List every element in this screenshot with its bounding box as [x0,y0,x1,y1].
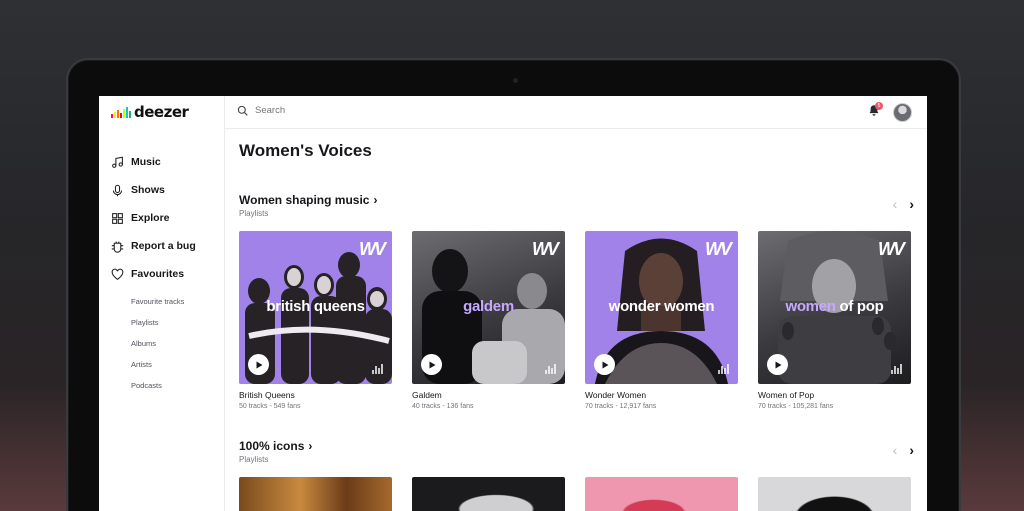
play-icon [602,361,608,368]
sidebar-item-label: Explore [131,212,170,224]
playlist-card[interactable] [585,477,738,511]
sidebar-item-music[interactable]: Music [111,148,196,176]
cover-text: galdem [463,298,514,315]
sidebar-item-favourites[interactable]: Favourites [111,260,196,288]
prev-arrow-icon[interactable]: ‹ [893,443,898,457]
play-button[interactable] [767,354,788,375]
favourites-submenu: Favourite tracks Playlists Albums Artist… [131,291,184,396]
chevron-right-icon: › [308,439,313,453]
playlist-card[interactable] [239,477,392,511]
cover-text: wonder women [608,298,715,315]
card-meta: 70 tracks - 105,281 fans [758,403,834,410]
wv-logo: WV [878,239,905,259]
carousel-arrows: ‹ › [893,443,914,457]
card-meta: 40 tracks - 136 fans [412,403,474,410]
section-title[interactable]: Women shaping music › [239,193,914,207]
wv-logo: WV [532,239,559,259]
search-input[interactable] [255,105,455,116]
playlist-cover[interactable]: WV women of pop [758,231,911,384]
sidebar-item-label: Shows [131,184,165,196]
sub-item-playlists[interactable]: Playlists [131,312,184,333]
camera [513,78,518,83]
sub-item-podcasts[interactable]: Podcasts [131,375,184,396]
sub-item-artists[interactable]: Artists [131,354,184,375]
logo-bars-icon [111,106,131,118]
next-arrow-icon[interactable]: › [909,197,914,211]
playlist-card[interactable] [758,477,911,511]
card-meta: 50 tracks - 549 fans [239,403,301,410]
music-note-icon [112,156,123,168]
playlist-card[interactable]: WV women of pop Women of Pop 70 tracks -… [758,231,911,410]
sidebar-item-label: Favourites [131,268,185,280]
equalizer-icon [545,364,556,374]
card-title[interactable]: British Queens [239,390,392,400]
equalizer-icon [718,364,729,374]
wv-logo: WV [705,239,732,259]
heart-icon [111,268,124,280]
avatar[interactable] [893,103,912,122]
sub-item-albums[interactable]: Albums [131,333,184,354]
section-title-text: 100% icons [239,439,305,453]
section-title[interactable]: 100% icons › [239,439,914,453]
section-subtitle: Playlists [239,455,269,464]
play-button[interactable] [421,354,442,375]
sidebar: deezer Music Shows Explore Report a bug … [99,96,225,511]
play-icon [775,361,781,368]
app-screen: deezer Music Shows Explore Report a bug … [99,96,927,511]
sidebar-nav: Music Shows Explore Report a bug Favouri… [111,148,196,288]
sidebar-item-label: Music [131,156,161,168]
card-meta: 70 tracks - 12,917 fans [585,403,657,410]
section-women-shaping-music: Women shaping music › Playlists ‹ › WV b… [239,193,914,410]
sidebar-item-explore[interactable]: Explore [111,204,196,232]
search-icon [237,105,248,116]
sub-item-favourite-tracks[interactable]: Favourite tracks [131,291,184,312]
playlist-card[interactable]: WV galdem Galdem 40 tracks - 136 fans [412,231,565,410]
search-bar [237,105,455,116]
deezer-logo[interactable]: deezer [111,103,189,121]
wv-logo: WV [359,239,386,259]
cover-text-highlight: women [785,298,836,315]
playlist-cover[interactable]: WV british queens [239,231,392,384]
microphone-icon [112,184,123,196]
bug-icon [111,240,124,253]
next-arrow-icon[interactable]: › [909,443,914,457]
card-title[interactable]: Galdem [412,390,565,400]
equalizer-icon [372,364,383,374]
section-title-text: Women shaping music [239,193,370,207]
grid-icon [112,212,123,224]
cover-text: women of pop [758,298,911,315]
sidebar-item-report-bug[interactable]: Report a bug [111,232,196,260]
sidebar-item-label: Report a bug [131,240,196,252]
playlist-cover[interactable]: WV galdem [412,231,565,384]
play-button[interactable] [248,354,269,375]
playlist-cards: WV british queens British Queens 50 trac… [239,231,911,410]
section-subtitle: Playlists [239,209,269,218]
playlist-cover[interactable]: WV wonder women [585,231,738,384]
top-bar: 5 [225,96,927,129]
card-title[interactable]: Women of Pop [758,390,911,400]
cover-text-rest: of pop [835,298,884,315]
section-100-icons: 100% icons › Playlists ‹ › [239,439,914,511]
cover-text: british queens [266,298,365,315]
logo-text: deezer [134,103,189,121]
equalizer-icon [891,364,902,374]
playlist-cover[interactable] [585,477,738,511]
chevron-right-icon: › [373,193,378,207]
card-title[interactable]: Wonder Women [585,390,738,400]
playlist-cover[interactable] [412,477,565,511]
page-title: Women's Voices [239,141,372,160]
playlist-cover[interactable] [758,477,911,511]
playlist-cards [239,477,911,511]
prev-arrow-icon[interactable]: ‹ [893,197,898,211]
playlist-card[interactable] [412,477,565,511]
play-icon [256,361,262,368]
sidebar-item-shows[interactable]: Shows [111,176,196,204]
playlist-card[interactable]: WV british queens British Queens 50 trac… [239,231,392,410]
playlist-card[interactable]: WV wonder women Wonder Women 70 tracks -… [585,231,738,410]
notification-badge: 5 [875,102,883,110]
playlist-cover[interactable] [239,477,392,511]
carousel-arrows: ‹ › [893,197,914,211]
play-icon [429,361,435,368]
play-button[interactable] [594,354,615,375]
